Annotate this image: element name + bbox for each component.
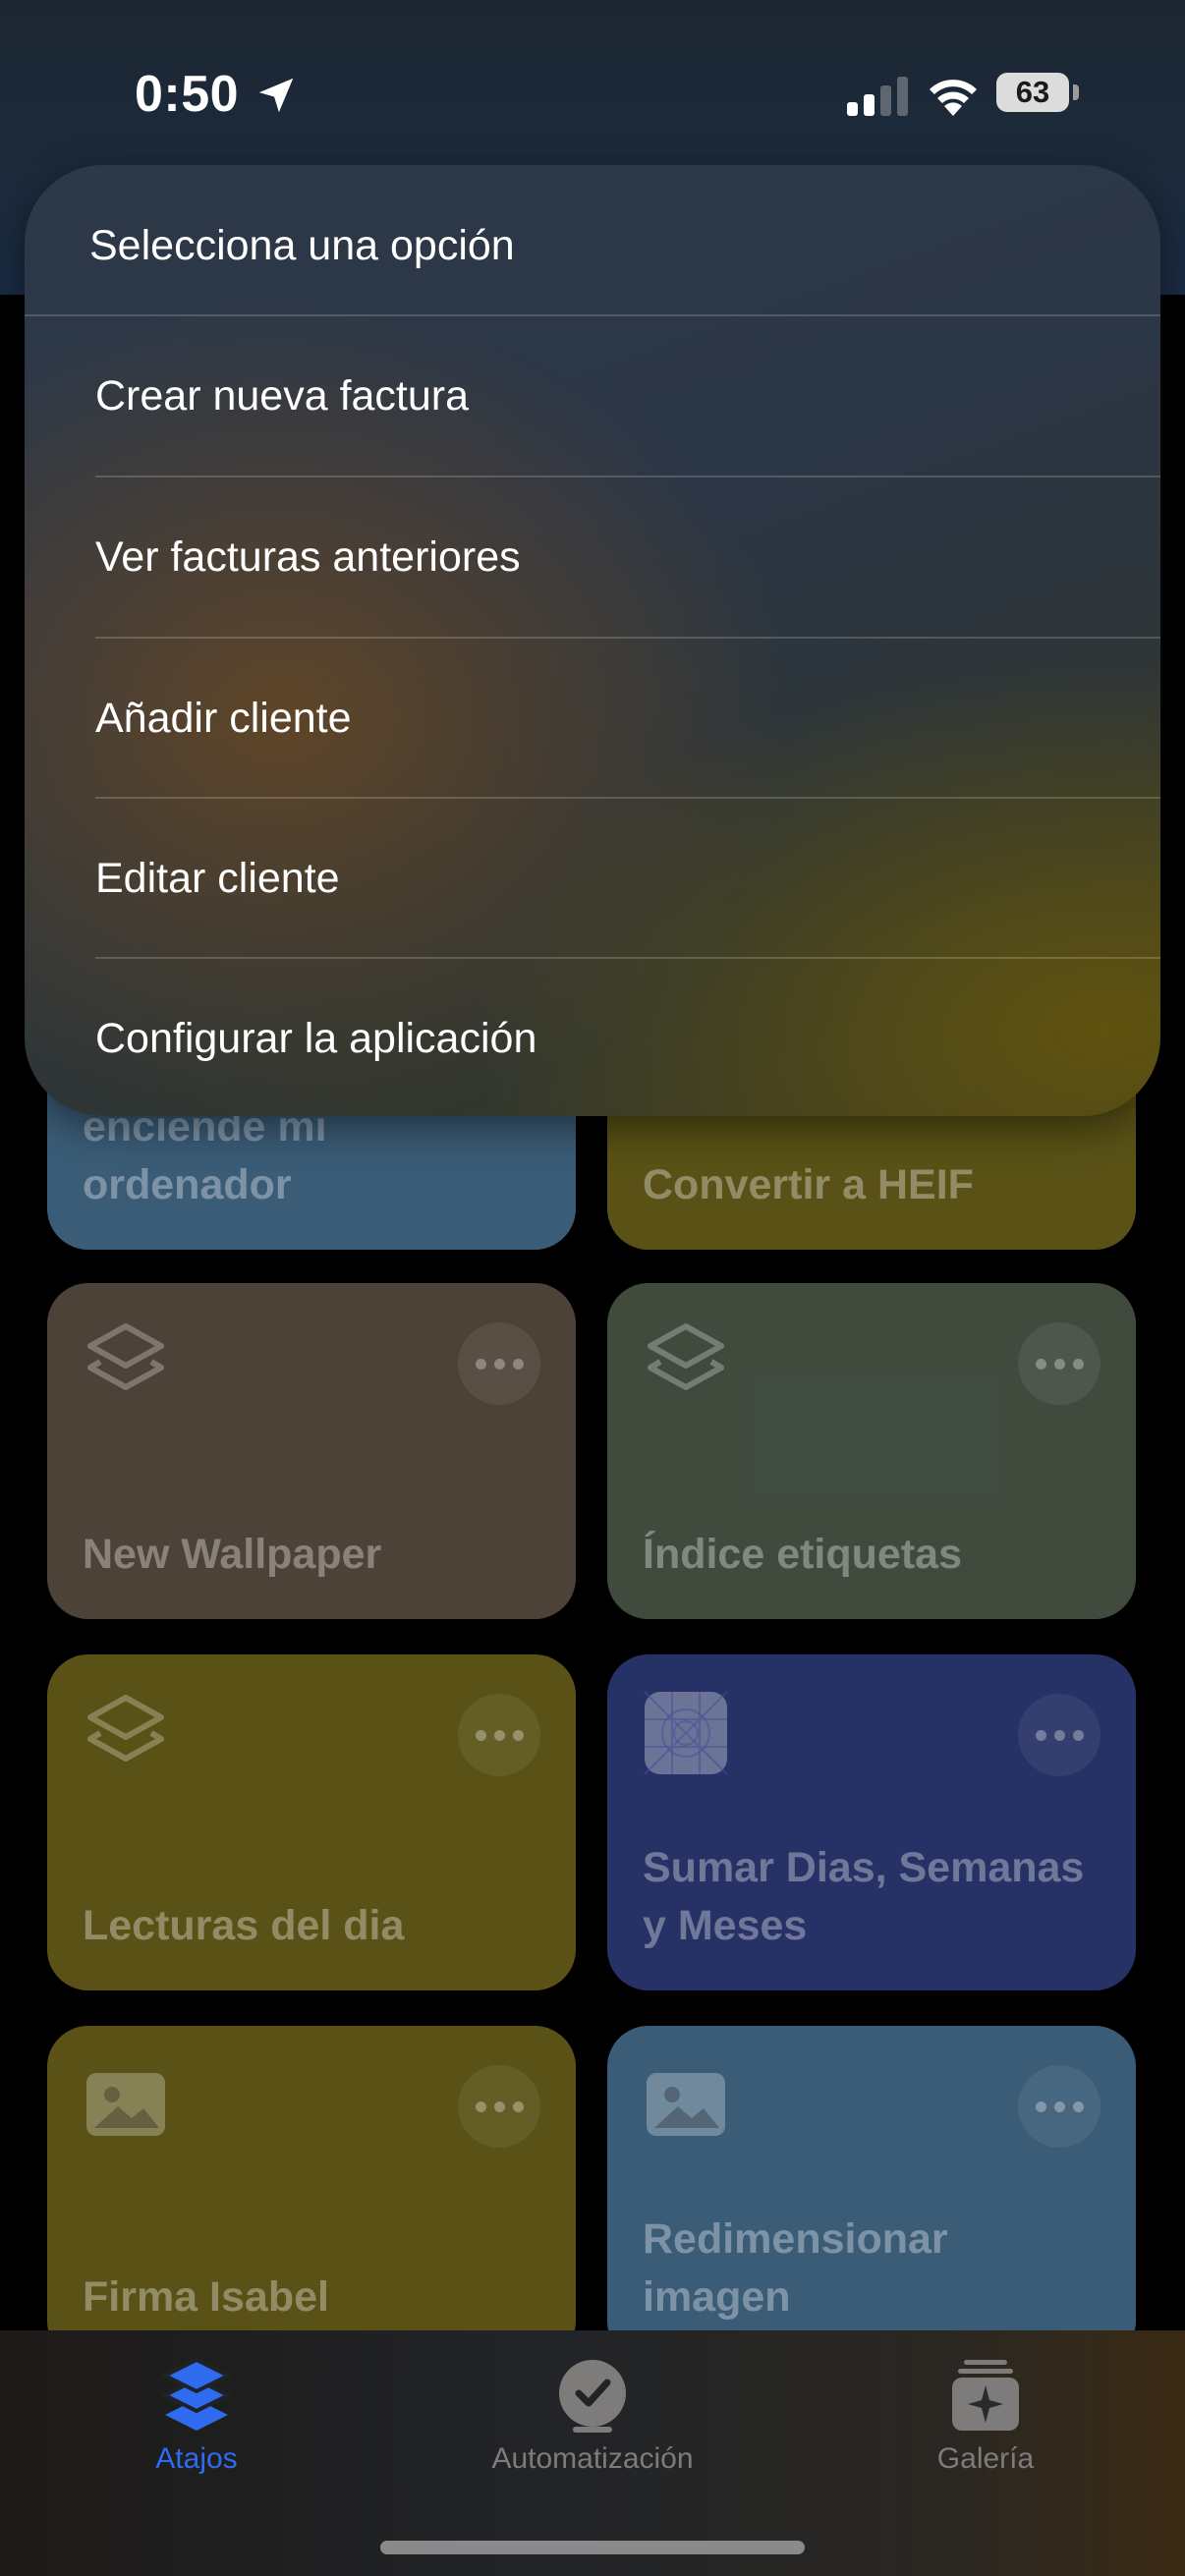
menu-title: Selecciona una opción	[89, 222, 515, 269]
gallery-sparkle-icon	[952, 2360, 1019, 2431]
location-arrow-icon	[258, 78, 294, 113]
more-options-icon[interactable]	[458, 2065, 540, 2148]
more-options-icon[interactable]	[458, 1694, 540, 1776]
layers-icon	[83, 1318, 169, 1405]
menu-item-ver-facturas-anteriores[interactable]: Ver facturas anteriores	[95, 477, 1160, 637]
shortcut-title: Redimensionar imagen	[643, 2215, 948, 2321]
tab-galeria[interactable]: Galería	[907, 2330, 1064, 2478]
shortcut-tile[interactable]: Sumar Dias, Semanas y Meses	[607, 1654, 1136, 1990]
more-options-icon[interactable]	[1018, 1322, 1100, 1405]
menu-item-label: Ver facturas anteriores	[95, 532, 521, 581]
app-grid-icon	[643, 1690, 729, 1776]
status-time: 0:50	[135, 66, 240, 123]
tab-label: Galería	[936, 2442, 1035, 2475]
menu-item-label: Añadir cliente	[95, 694, 352, 742]
shortcut-title: Lecturas del dia	[83, 1902, 405, 1949]
layers-icon	[643, 1318, 729, 1405]
shortcut-tile[interactable]: Firma Isabel	[47, 2026, 576, 2362]
shortcut-title: Convertir a HEIF	[643, 1161, 974, 1208]
home-indicator[interactable]	[380, 2541, 805, 2554]
clock-check-icon	[559, 2360, 626, 2433]
more-options-icon[interactable]	[1018, 2065, 1100, 2148]
shortcut-tile[interactable]: Redimensionar imagen	[607, 2026, 1136, 2362]
battery-level: 63	[1015, 75, 1050, 109]
more-options-icon[interactable]	[1018, 1694, 1100, 1776]
menu-item-label: Editar cliente	[95, 854, 340, 902]
cellular-signal-icon	[847, 77, 908, 116]
menu-item-editar-cliente[interactable]: Editar cliente	[95, 799, 1160, 958]
tab-label: Automatización	[491, 2442, 694, 2475]
menu-item-configurar-la-aplicacion[interactable]: Configurar la aplicación	[95, 959, 1160, 1116]
menu-item-label: Crear nueva factura	[95, 371, 470, 420]
shortcut-title: New Wallpaper	[83, 1531, 382, 1578]
tab-label: Atajos	[155, 2442, 238, 2475]
layers-icon	[160, 2357, 233, 2431]
tab-automatizacion[interactable]: Automatización	[455, 2330, 730, 2478]
more-options-icon[interactable]	[458, 1322, 540, 1405]
photo-icon	[83, 2061, 169, 2148]
shortcut-tile[interactable]: Índice etiquetas	[607, 1283, 1136, 1619]
shortcut-title: Sumar Dias, Semanas y Meses	[643, 1844, 1085, 1949]
battery-indicator: 63	[996, 71, 1079, 116]
wifi-icon	[930, 80, 977, 116]
shortcut-title: Índice etiquetas	[643, 1531, 962, 1578]
menu-item-anadir-cliente[interactable]: Añadir cliente	[95, 639, 1160, 798]
tab-atajos[interactable]: Atajos	[118, 2330, 275, 2478]
shortcut-tile[interactable]: New Wallpaper	[47, 1283, 576, 1619]
shortcut-title: Firma Isabel	[83, 2273, 329, 2321]
menu-item-crear-nueva-factura[interactable]: Crear nueva factura	[95, 316, 1160, 476]
layers-icon	[83, 1690, 169, 1776]
option-menu: Selecciona una opción Crear nueva factur…	[25, 165, 1160, 1116]
menu-item-label: Configurar la aplicación	[95, 1014, 537, 1062]
tab-bar: Atajos Automatización Galería	[0, 2330, 1185, 2576]
photo-icon	[643, 2061, 729, 2148]
shortcut-tile[interactable]: Lecturas del dia	[47, 1654, 576, 1990]
